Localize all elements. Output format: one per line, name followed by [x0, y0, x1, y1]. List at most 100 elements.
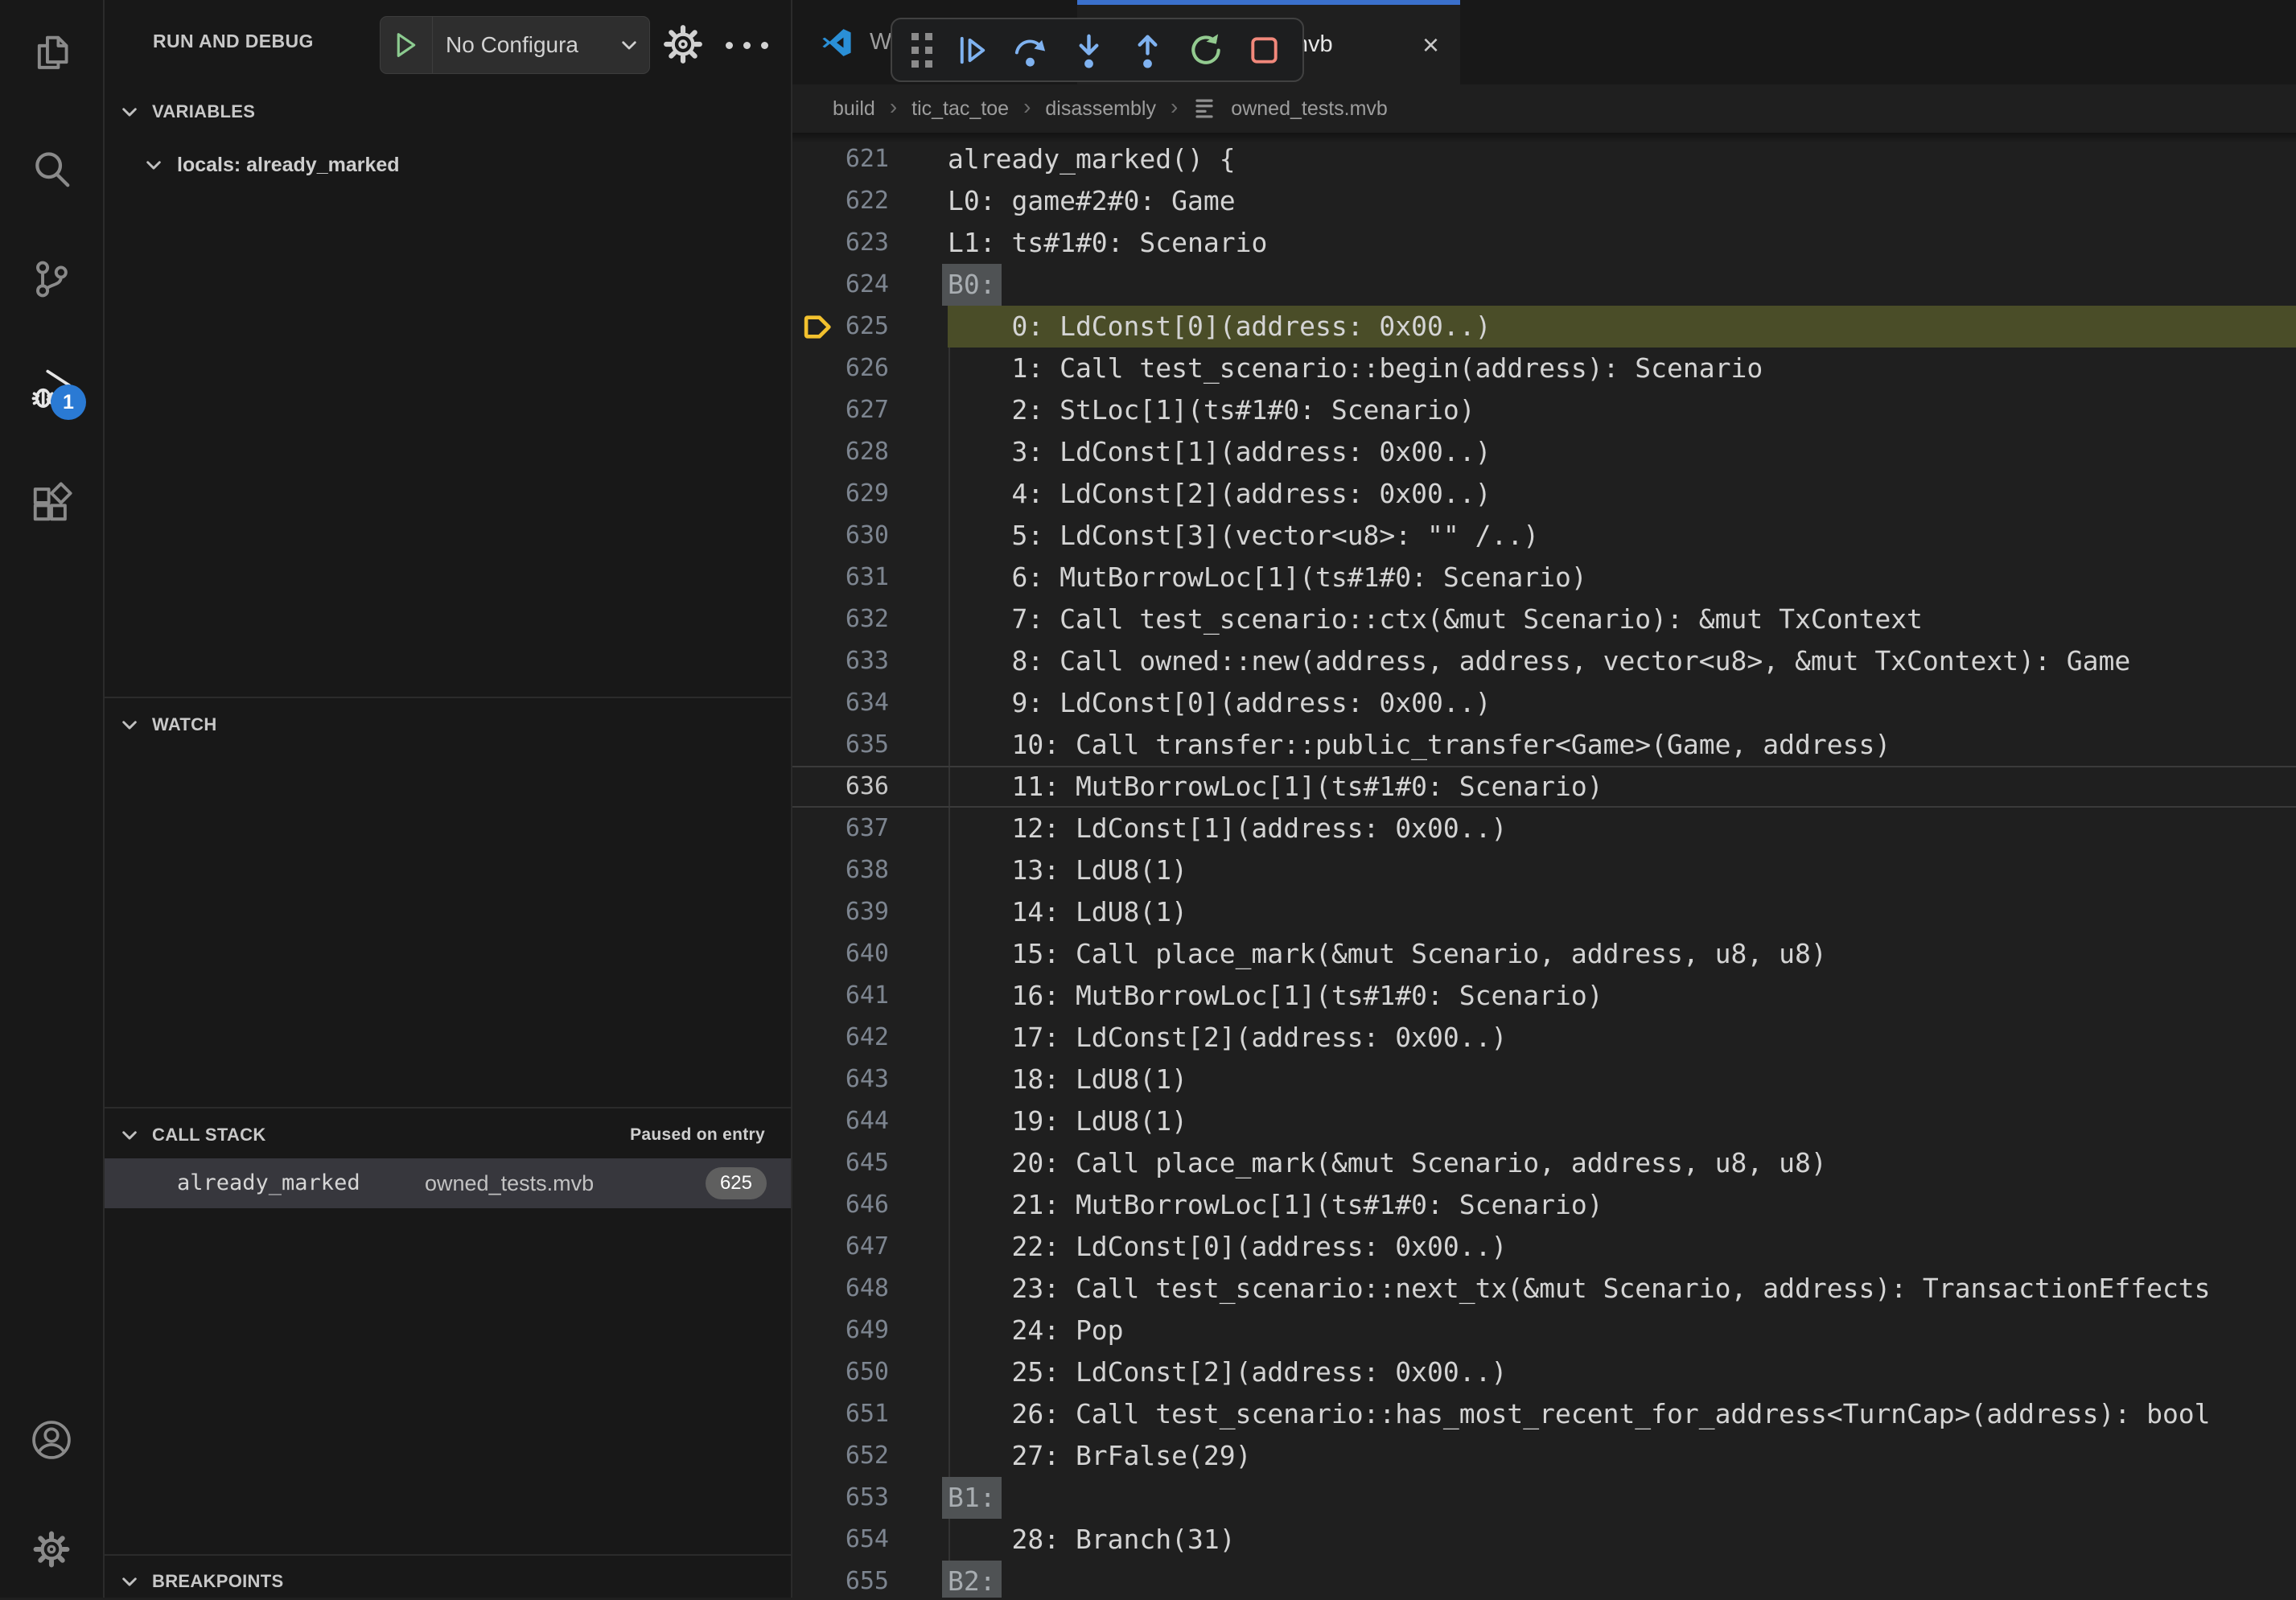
- line-number[interactable]: 642: [792, 1017, 889, 1059]
- code-line-652[interactable]: 652 27: BrFalse(29): [792, 1435, 2296, 1477]
- line-number[interactable]: 624: [792, 264, 889, 306]
- variables-section-header[interactable]: VARIABLES: [105, 93, 791, 130]
- code-line-626[interactable]: 626 1: Call test_scenario::begin(address…: [792, 348, 2296, 389]
- line-number[interactable]: 630: [792, 515, 889, 557]
- code-line-637[interactable]: 637 12: LdConst[1](address: 0x00..): [792, 808, 2296, 849]
- more-actions-icon[interactable]: [726, 42, 768, 49]
- line-number[interactable]: 623: [792, 222, 889, 264]
- stop-button[interactable]: [1245, 31, 1283, 69]
- code-line-648[interactable]: 648 23: Call test_scenario::next_tx(&mut…: [792, 1268, 2296, 1310]
- code-line-624[interactable]: 624B0:: [792, 264, 2296, 306]
- code-line-645[interactable]: 645 20: Call place_mark(&mut Scenario, a…: [792, 1142, 2296, 1184]
- settings-gear-icon[interactable]: [30, 1528, 73, 1571]
- breadcrumb-item[interactable]: owned_tests.mvb: [1231, 97, 1388, 121]
- close-icon[interactable]: ×: [1422, 31, 1439, 60]
- line-number[interactable]: 649: [792, 1310, 889, 1351]
- line-number[interactable]: 631: [792, 557, 889, 598]
- line-number[interactable]: 632: [792, 598, 889, 640]
- code-line-641[interactable]: 641 16: MutBorrowLoc[1](ts#1#0: Scenario…: [792, 975, 2296, 1017]
- line-number[interactable]: 645: [792, 1142, 889, 1184]
- line-number[interactable]: 638: [792, 849, 889, 891]
- restart-button[interactable]: [1187, 31, 1224, 69]
- code-line-628[interactable]: 628 3: LdConst[1](address: 0x00..): [792, 431, 2296, 473]
- breadcrumb-item[interactable]: disassembly: [1045, 97, 1156, 121]
- call-stack-section-header[interactable]: CALL STACK Paused on entry: [105, 1117, 791, 1154]
- line-number[interactable]: 651: [792, 1393, 889, 1435]
- line-number[interactable]: 628: [792, 431, 889, 473]
- config-dropdown-label[interactable]: No Configura: [433, 32, 609, 58]
- code-line-650[interactable]: 650 25: LdConst[2](address: 0x00..): [792, 1351, 2296, 1393]
- code-line-625[interactable]: 625 0: LdConst[0](address: 0x00..): [792, 306, 2296, 348]
- line-number[interactable]: 650: [792, 1351, 889, 1393]
- locals-scope-row[interactable]: locals: already_marked: [105, 146, 791, 184]
- step-out-button[interactable]: [1129, 31, 1167, 69]
- start-debug-icon[interactable]: [381, 17, 433, 73]
- source-control-icon[interactable]: [30, 257, 73, 301]
- continue-button[interactable]: [953, 31, 991, 69]
- code-line-646[interactable]: 646 21: MutBorrowLoc[1](ts#1#0: Scenario…: [792, 1184, 2296, 1226]
- step-into-button[interactable]: [1070, 31, 1108, 69]
- code-line-630[interactable]: 630 5: LdConst[3](vector<u8>: "" /..): [792, 515, 2296, 557]
- code-line-633[interactable]: 633 8: Call owned::new(address, address,…: [792, 640, 2296, 682]
- code-line-629[interactable]: 629 4: LdConst[2](address: 0x00..): [792, 473, 2296, 515]
- line-number[interactable]: 636: [792, 766, 889, 808]
- code-line-623[interactable]: 623L1: ts#1#0: Scenario: [792, 222, 2296, 264]
- line-number[interactable]: 639: [792, 891, 889, 933]
- watch-section-header[interactable]: WATCH: [105, 706, 791, 743]
- line-number[interactable]: 653: [792, 1477, 889, 1519]
- code-line-644[interactable]: 644 19: LdU8(1): [792, 1100, 2296, 1142]
- line-number[interactable]: 641: [792, 975, 889, 1017]
- line-number[interactable]: 629: [792, 473, 889, 515]
- search-icon[interactable]: [30, 147, 73, 191]
- code-line-654[interactable]: 654 28: Branch(31): [792, 1519, 2296, 1561]
- line-number[interactable]: 637: [792, 808, 889, 849]
- code-line-639[interactable]: 639 14: LdU8(1): [792, 891, 2296, 933]
- code-line-621[interactable]: 621already_marked() {: [792, 138, 2296, 180]
- line-number[interactable]: 621: [792, 138, 889, 180]
- line-number[interactable]: 627: [792, 389, 889, 431]
- code-line-627[interactable]: 627 2: StLoc[1](ts#1#0: Scenario): [792, 389, 2296, 431]
- code-line-634[interactable]: 634 9: LdConst[0](address: 0x00..): [792, 682, 2296, 724]
- run-and-debug-icon[interactable]: 1: [30, 367, 73, 410]
- debug-settings-gear-icon[interactable]: [660, 21, 706, 68]
- line-number[interactable]: 634: [792, 682, 889, 724]
- account-icon[interactable]: [30, 1418, 73, 1462]
- line-number[interactable]: 646: [792, 1184, 889, 1226]
- line-number[interactable]: 622: [792, 180, 889, 222]
- debug-config-control[interactable]: No Configura: [380, 16, 650, 74]
- code-line-640[interactable]: 640 15: Call place_mark(&mut Scenario, a…: [792, 933, 2296, 975]
- extensions-icon[interactable]: [30, 481, 73, 524]
- call-stack-frame-row[interactable]: already_marked owned_tests.mvb 625: [105, 1158, 791, 1208]
- code-editor[interactable]: 621already_marked() {622L0: game#2#0: Ga…: [792, 138, 2296, 1598]
- chevron-down-icon[interactable]: [609, 35, 649, 56]
- breakpoints-section-header[interactable]: BREAKPOINTS: [105, 1563, 791, 1600]
- code-line-653[interactable]: 653B1:: [792, 1477, 2296, 1519]
- step-over-button[interactable]: [1011, 31, 1049, 69]
- line-number[interactable]: 644: [792, 1100, 889, 1142]
- line-number[interactable]: 635: [792, 724, 889, 766]
- drag-grip-icon[interactable]: [911, 33, 932, 68]
- code-line-636[interactable]: 636 11: MutBorrowLoc[1](ts#1#0: Scenario…: [792, 766, 2296, 808]
- line-number[interactable]: 648: [792, 1268, 889, 1310]
- explorer-icon[interactable]: [30, 32, 73, 76]
- code-line-635[interactable]: 635 10: Call transfer::public_transfer<G…: [792, 724, 2296, 766]
- line-number[interactable]: 626: [792, 348, 889, 389]
- line-number[interactable]: 640: [792, 933, 889, 975]
- breadcrumb-item[interactable]: tic_tac_toe: [911, 97, 1009, 121]
- line-number[interactable]: 654: [792, 1519, 889, 1561]
- line-number[interactable]: 643: [792, 1059, 889, 1100]
- breadcrumb-item[interactable]: build: [833, 97, 875, 121]
- code-line-649[interactable]: 649 24: Pop: [792, 1310, 2296, 1351]
- code-line-643[interactable]: 643 18: LdU8(1): [792, 1059, 2296, 1100]
- code-line-631[interactable]: 631 6: MutBorrowLoc[1](ts#1#0: Scenario): [792, 557, 2296, 598]
- code-line-651[interactable]: 651 26: Call test_scenario::has_most_rec…: [792, 1393, 2296, 1435]
- debug-current-position-icon[interactable]: [802, 312, 834, 342]
- line-number[interactable]: 652: [792, 1435, 889, 1477]
- code-line-647[interactable]: 647 22: LdConst[0](address: 0x00..): [792, 1226, 2296, 1268]
- code-line-638[interactable]: 638 13: LdU8(1): [792, 849, 2296, 891]
- line-number[interactable]: 647: [792, 1226, 889, 1268]
- code-line-642[interactable]: 642 17: LdConst[2](address: 0x00..): [792, 1017, 2296, 1059]
- line-number[interactable]: 655: [792, 1561, 889, 1598]
- code-line-655[interactable]: 655B2:: [792, 1561, 2296, 1598]
- line-number[interactable]: 633: [792, 640, 889, 682]
